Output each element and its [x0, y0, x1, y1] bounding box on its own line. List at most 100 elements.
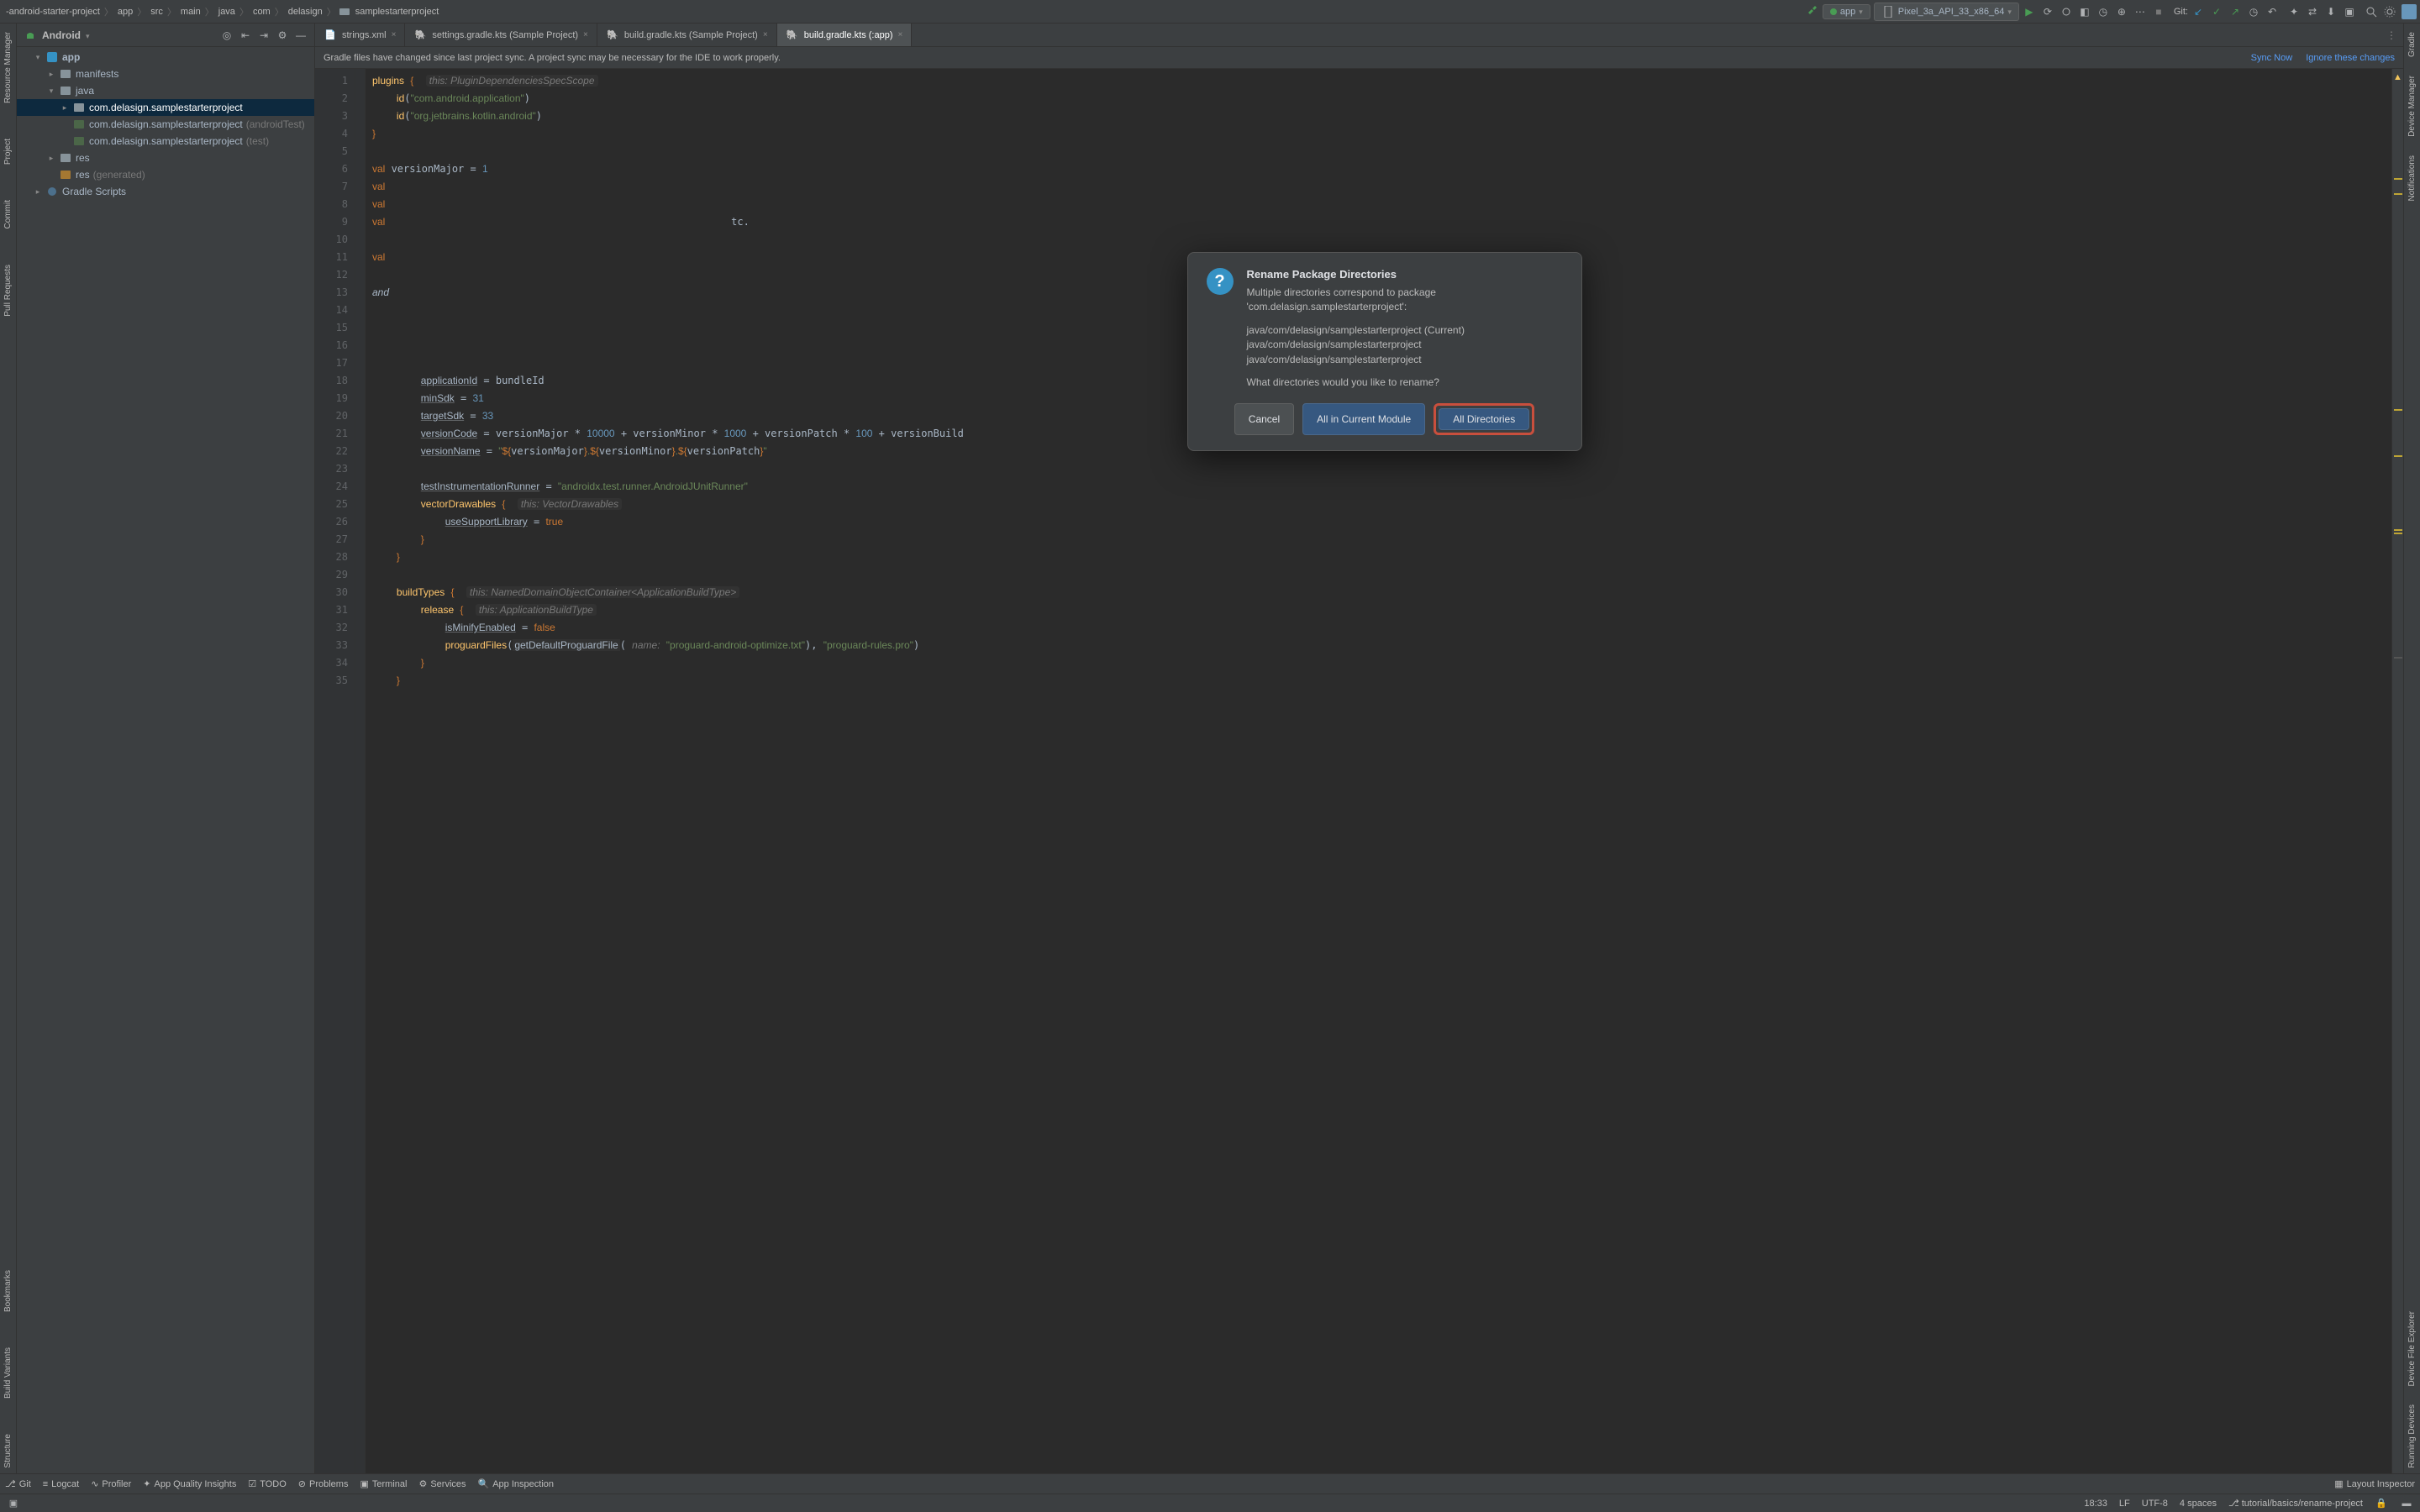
run-icon[interactable]: ▶: [2023, 5, 2036, 18]
vcs-update-icon[interactable]: ↙: [2191, 5, 2205, 18]
rail-resource-manager[interactable]: Resource Manager: [3, 27, 13, 108]
project-view-title[interactable]: Android: [42, 29, 81, 41]
tab-settings-gradle[interactable]: 🐘settings.gradle.kts (Sample Project)×: [405, 24, 597, 46]
bottom-tab-problems[interactable]: ⊘Problems: [298, 1478, 349, 1489]
stripe-mark[interactable]: [2394, 178, 2402, 180]
tree-node-app[interactable]: ▾app: [17, 49, 314, 66]
rail-notifications[interactable]: Notifications: [2407, 150, 2417, 206]
target-icon[interactable]: ◎: [220, 29, 234, 42]
close-icon[interactable]: ×: [392, 30, 397, 39]
tool-window-icon[interactable]: ▣: [7, 1497, 20, 1510]
breadcrumb-item[interactable]: src: [148, 5, 166, 18]
vcs-commit-icon[interactable]: ✓: [2210, 5, 2223, 18]
git-branch[interactable]: ⎇ tutorial/basics/rename-project: [2228, 1498, 2363, 1509]
tab-build-gradle-app[interactable]: 🐘build.gradle.kts (:app)×: [777, 24, 913, 46]
close-icon[interactable]: ×: [763, 30, 768, 39]
breadcrumb-item[interactable]: app: [115, 5, 135, 18]
rail-running-devices[interactable]: Running Devices: [2407, 1399, 2417, 1473]
cancel-button[interactable]: Cancel: [1234, 403, 1294, 435]
breadcrumb-item[interactable]: java: [216, 5, 238, 18]
bottom-tab-logcat[interactable]: ≡Logcat: [43, 1479, 79, 1489]
rail-device-manager[interactable]: Device Manager: [2407, 71, 2417, 142]
rail-build-variants[interactable]: Build Variants: [3, 1342, 13, 1404]
stripe-mark[interactable]: [2394, 193, 2402, 195]
sdk-icon[interactable]: ⬇: [2324, 5, 2338, 18]
stripe-mark[interactable]: [2394, 533, 2402, 534]
rail-structure[interactable]: Structure: [3, 1429, 13, 1473]
rail-commit[interactable]: Commit: [3, 195, 13, 234]
tree-node-res[interactable]: ▸res: [17, 150, 314, 166]
search-icon[interactable]: [2365, 5, 2378, 18]
bottom-tab-profiler[interactable]: ∿Profiler: [91, 1478, 131, 1489]
stripe-mark[interactable]: [2394, 409, 2402, 411]
tree-node-package[interactable]: ▸com.delasign.samplestarterproject: [17, 99, 314, 116]
tree-node-manifests[interactable]: ▸manifests: [17, 66, 314, 82]
bottom-tab-layout-inspector[interactable]: ▦Layout Inspector: [2334, 1478, 2415, 1489]
rail-pull-requests[interactable]: Pull Requests: [3, 260, 13, 322]
indent[interactable]: 4 spaces: [2180, 1499, 2217, 1509]
bottom-tab-services[interactable]: ⚙Services: [418, 1478, 466, 1489]
tree-node-res-gen[interactable]: res (generated): [17, 166, 314, 183]
line-ending[interactable]: LF: [2119, 1499, 2130, 1509]
device-selector[interactable]: Pixel_3a_API_33_x86_64: [1874, 3, 2019, 21]
history-icon[interactable]: ◷: [2247, 5, 2260, 18]
all-current-module-button[interactable]: All in Current Module: [1302, 403, 1425, 435]
hammer-icon[interactable]: [1806, 5, 1819, 18]
stripe-mark[interactable]: [2394, 529, 2402, 531]
apply-changes-icon[interactable]: ⟳: [2041, 5, 2054, 18]
encoding[interactable]: UTF-8: [2142, 1499, 2168, 1509]
stripe-mark[interactable]: [2394, 657, 2402, 659]
tree-node-gradle-scripts[interactable]: ▸Gradle Scripts: [17, 183, 314, 200]
expand-icon[interactable]: ⇥: [257, 29, 271, 42]
tree-node-java[interactable]: ▾java: [17, 82, 314, 99]
vcs-push-icon[interactable]: ↗: [2228, 5, 2242, 18]
tab-build-gradle-project[interactable]: 🐘build.gradle.kts (Sample Project)×: [597, 24, 777, 46]
bottom-tab-app-inspection[interactable]: 🔍App Inspection: [478, 1478, 554, 1489]
rollback-icon[interactable]: ↶: [2265, 5, 2279, 18]
breadcrumb-item[interactable]: samplestarterproject: [353, 5, 442, 18]
rail-device-file-explorer[interactable]: Device File Explorer: [2407, 1306, 2417, 1391]
breadcrumb-item[interactable]: main: [178, 5, 203, 18]
inspection-icon: 🔍: [478, 1478, 490, 1489]
avd-icon[interactable]: ▣: [2343, 5, 2356, 18]
gear-icon[interactable]: ⚙: [276, 29, 289, 42]
error-stripe[interactable]: ▲: [2391, 69, 2403, 1473]
all-directories-button[interactable]: All Directories: [1439, 408, 1529, 430]
hide-icon[interactable]: —: [294, 29, 308, 42]
attach-icon[interactable]: ⊕: [2115, 5, 2128, 18]
assist-icon[interactable]: ✦: [2287, 5, 2301, 18]
caret-position[interactable]: 18:33: [2084, 1499, 2107, 1509]
bottom-tab-quality[interactable]: ✦App Quality Insights: [143, 1478, 236, 1489]
rail-gradle[interactable]: Gradle: [2407, 27, 2417, 62]
tree-node-package-test[interactable]: com.delasign.samplestarterproject (test): [17, 133, 314, 150]
tab-strings-xml[interactable]: 📄strings.xml×: [315, 24, 405, 46]
breadcrumb-item[interactable]: -android-starter-project: [3, 5, 103, 18]
debug-icon[interactable]: [2060, 5, 2073, 18]
sync-now-link[interactable]: Sync Now: [2251, 53, 2293, 63]
collapse-icon[interactable]: ⇤: [239, 29, 252, 42]
breadcrumb-item[interactable]: com: [250, 5, 273, 18]
tree-node-package-androidtest[interactable]: com.delasign.samplestarterproject (andro…: [17, 116, 314, 133]
bottom-tab-git[interactable]: ⎇Git: [5, 1478, 31, 1489]
breadcrumb-item[interactable]: delasign: [286, 5, 325, 18]
more-icon[interactable]: ⋯: [2133, 5, 2147, 18]
avatar[interactable]: [2402, 4, 2417, 19]
sync-icon[interactable]: ⇄: [2306, 5, 2319, 18]
ignore-changes-link[interactable]: Ignore these changes: [2306, 53, 2395, 63]
tab-overflow-icon[interactable]: ⋮: [2380, 29, 2403, 41]
bottom-tab-terminal[interactable]: ▣Terminal: [360, 1478, 407, 1489]
coverage-icon[interactable]: ◧: [2078, 5, 2091, 18]
stop-icon[interactable]: ■: [2152, 5, 2165, 18]
profile-icon[interactable]: ◷: [2096, 5, 2110, 18]
close-icon[interactable]: ×: [583, 30, 588, 39]
settings-icon[interactable]: [2383, 5, 2396, 18]
chevron-down-icon[interactable]: [86, 29, 90, 41]
bottom-tab-todo[interactable]: ☑TODO: [248, 1478, 286, 1489]
stripe-mark[interactable]: [2394, 455, 2402, 457]
run-configuration[interactable]: app: [1823, 4, 1870, 19]
close-icon[interactable]: ×: [897, 30, 902, 39]
rail-project[interactable]: Project: [3, 134, 13, 170]
rail-bookmarks[interactable]: Bookmarks: [3, 1265, 13, 1317]
memory-icon[interactable]: ▬: [2400, 1497, 2413, 1510]
lock-icon[interactable]: 🔒: [2375, 1497, 2388, 1510]
